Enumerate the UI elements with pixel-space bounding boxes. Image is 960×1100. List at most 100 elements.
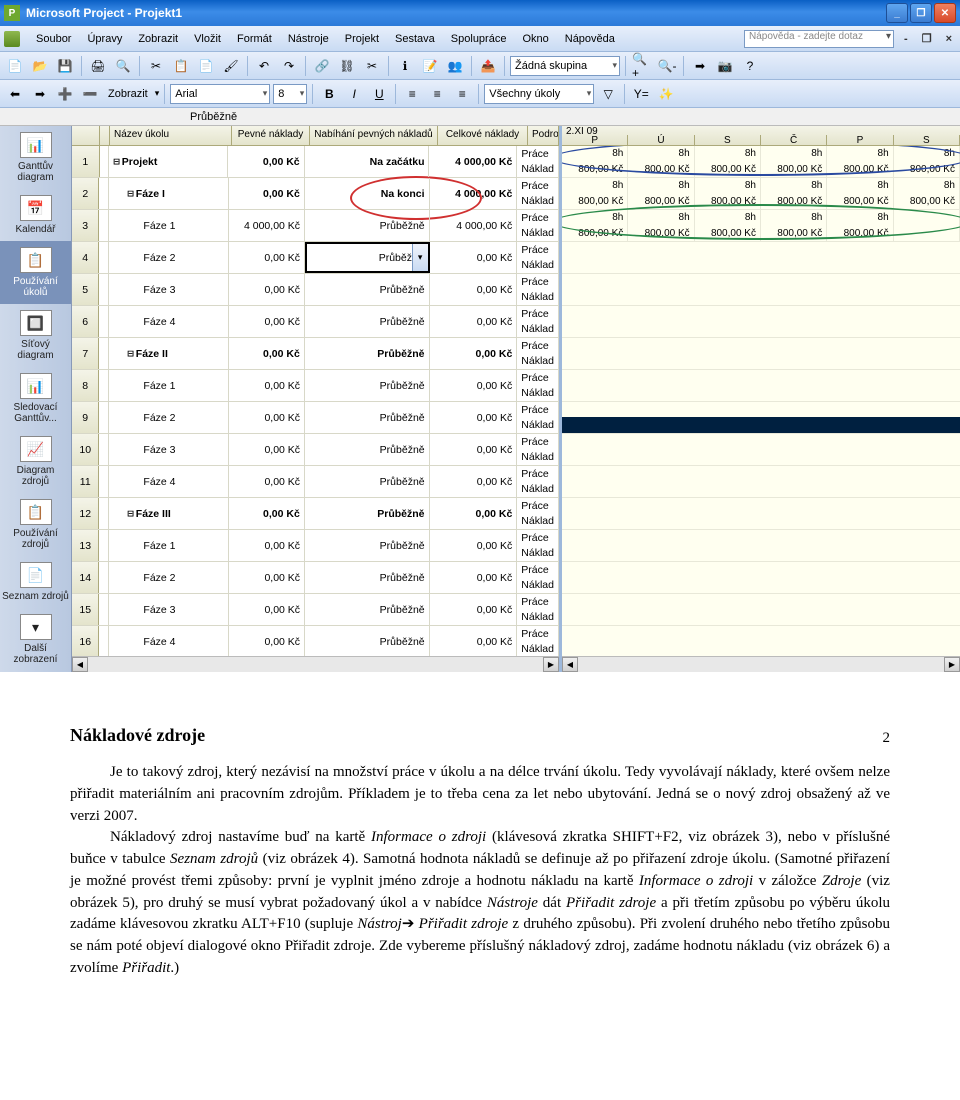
menu-formát[interactable]: Formát	[229, 30, 280, 48]
fixed-cost-cell[interactable]: 0,00 Kč	[229, 274, 305, 305]
cost-cell[interactable]: 800,00 Kč	[894, 194, 960, 210]
menu-zobrazit[interactable]: Zobrazit	[130, 30, 186, 48]
table-row[interactable]: 15Fáze 30,00 KčPrůběžně0,00 KčPráceNákla…	[72, 594, 559, 626]
scroll-left-button-r[interactable]: ◀	[562, 657, 578, 672]
task-name-cell[interactable]: Fáze 1	[109, 370, 229, 401]
doc-close-button[interactable]: ×	[942, 33, 956, 45]
underline-button[interactable]: U	[368, 83, 390, 105]
accrual-cell[interactable]: Na konci	[305, 178, 430, 209]
accrual-cell[interactable]: Průběžně	[305, 306, 430, 337]
hours-cell[interactable]: 8h	[827, 146, 893, 162]
indent-button[interactable]: ➡	[29, 83, 51, 105]
bold-button[interactable]: B	[318, 83, 340, 105]
undo-button[interactable]: ↶	[253, 55, 275, 77]
table-row[interactable]: 2⊟Fáze I0,00 KčNa konci4 000,00 KčPráceN…	[72, 178, 559, 210]
total-cost-cell[interactable]: 4 000,00 Kč	[430, 178, 518, 209]
row-id[interactable]: 12	[72, 498, 99, 529]
wizard-button[interactable]: ✨	[655, 83, 677, 105]
row-id[interactable]: 16	[72, 626, 99, 656]
formula-bar[interactable]: Průběžně	[0, 108, 960, 126]
viewbar-item[interactable]: 🔲Síťový diagram	[0, 304, 71, 367]
row-id[interactable]: 10	[72, 434, 99, 465]
accrual-cell[interactable]: Na začátku	[305, 146, 430, 177]
task-name-cell[interactable]: Fáze 1	[109, 530, 229, 561]
filter-dropdown[interactable]: Všechny úkoly	[484, 84, 594, 104]
total-cost-cell[interactable]: 0,00 Kč	[430, 498, 518, 529]
menu-vložit[interactable]: Vložit	[186, 30, 229, 48]
task-name-cell[interactable]: ⊟Fáze II	[109, 338, 228, 369]
cost-cell[interactable]: 800,00 Kč	[695, 226, 761, 242]
fixed-cost-cell[interactable]: 0,00 Kč	[229, 338, 305, 369]
hours-cell[interactable]: 8h	[695, 178, 761, 194]
italic-button[interactable]: I	[343, 83, 365, 105]
hours-cell[interactable]: 8h	[761, 146, 827, 162]
col-indicator[interactable]	[100, 126, 110, 145]
hours-cell[interactable]: 8h	[628, 210, 694, 226]
row-id[interactable]: 14	[72, 562, 99, 593]
col-fixed-cost[interactable]: Pevné náklady	[232, 126, 310, 145]
unlink-button[interactable]: ⛓	[336, 55, 358, 77]
table-row[interactable]: 12⊟Fáze III0,00 KčPrůběžně0,00 KčPráceNá…	[72, 498, 559, 530]
task-name-cell[interactable]: Fáze 3	[109, 434, 229, 465]
hours-cell[interactable]: 8h	[562, 178, 628, 194]
menu-projekt[interactable]: Projekt	[337, 30, 387, 48]
viewbar-item[interactable]: ▾Další zobrazení	[0, 608, 71, 671]
help-button[interactable]: ?	[739, 55, 761, 77]
cost-cell[interactable]: 800,00 Kč	[761, 194, 827, 210]
show-sub-button[interactable]: ➕	[54, 83, 76, 105]
table-row[interactable]: 6Fáze 40,00 KčPrůběžně0,00 KčPráceNáklad	[72, 306, 559, 338]
accrual-cell[interactable]: Průběžně	[305, 626, 430, 656]
cost-cell[interactable]: 800,00 Kč	[761, 226, 827, 242]
task-name-cell[interactable]: Fáze 2	[109, 402, 229, 433]
table-row[interactable]: 1⊟Projekt0,00 KčNa začátku4 000,00 KčPrá…	[72, 146, 559, 178]
row-id[interactable]: 1	[72, 146, 100, 177]
scrollbar-left[interactable]: ◀ ▶	[72, 656, 559, 672]
fixed-cost-cell[interactable]: 0,00 Kč	[229, 242, 305, 273]
row-id[interactable]: 15	[72, 594, 99, 625]
help-search-input[interactable]: Nápověda - zadejte dotaz	[744, 30, 894, 48]
align-center-button[interactable]: ≡	[426, 83, 448, 105]
fixed-cost-cell[interactable]: 0,00 Kč	[229, 402, 305, 433]
fixed-cost-cell[interactable]: 0,00 Kč	[229, 434, 305, 465]
task-name-cell[interactable]: Fáze 4	[109, 466, 229, 497]
cost-cell[interactable]: 800,00 Kč	[628, 194, 694, 210]
total-cost-cell[interactable]: 0,00 Kč	[430, 530, 518, 561]
viewbar-item[interactable]: 📊Sledovací Ganttův...	[0, 367, 71, 430]
row-id[interactable]: 13	[72, 530, 99, 561]
scrollbar-right[interactable]: ◀ ▶	[562, 656, 960, 672]
menu-nápověda[interactable]: Nápověda	[557, 30, 623, 48]
viewbar-item[interactable]: 📄Seznam zdrojů	[0, 556, 71, 608]
new-button[interactable]: 📄	[4, 55, 26, 77]
accrual-cell[interactable]: Průběžně	[305, 434, 430, 465]
group-dropdown[interactable]: Žádná skupina	[510, 56, 620, 76]
accrual-cell[interactable]: Průběžně	[305, 274, 430, 305]
viewbar-item[interactable]: 📅Kalendář	[0, 189, 71, 241]
outdent-button[interactable]: ⬅	[4, 83, 26, 105]
total-cost-cell[interactable]: 0,00 Kč	[430, 402, 518, 433]
goto-button[interactable]: ➡	[689, 55, 711, 77]
cost-cell[interactable]: 800,00 Kč	[695, 194, 761, 210]
hours-cell[interactable]: 8h	[894, 146, 960, 162]
split-button[interactable]: ✂	[361, 55, 383, 77]
col-accrual[interactable]: Nabíhání pevných nákladů	[310, 126, 438, 145]
table-row[interactable]: 10Fáze 30,00 KčPrůběžně0,00 KčPráceNákla…	[72, 434, 559, 466]
align-left-button[interactable]: ≡	[401, 83, 423, 105]
accrual-cell[interactable]: Průběžně	[305, 402, 430, 433]
dropdown-arrow-icon[interactable]: ▾	[412, 244, 428, 271]
fixed-cost-cell[interactable]: 4 000,00 Kč	[229, 210, 305, 241]
hours-cell[interactable]: 8h	[562, 210, 628, 226]
cost-cell[interactable]: 800,00 Kč	[827, 226, 893, 242]
row-id[interactable]: 5	[72, 274, 99, 305]
accrual-cell[interactable]: Průběžně	[305, 370, 430, 401]
table-row[interactable]: 5Fáze 30,00 KčPrůběžně0,00 KčPráceNáklad	[72, 274, 559, 306]
cost-cell[interactable]: 800,00 Kč	[562, 226, 628, 242]
hours-cell[interactable]: 8h	[562, 146, 628, 162]
fixed-cost-cell[interactable]: 0,00 Kč	[229, 498, 305, 529]
total-cost-cell[interactable]: 0,00 Kč	[430, 338, 518, 369]
accrual-cell[interactable]: Průběžně	[305, 210, 430, 241]
font-dropdown[interactable]: Arial	[170, 84, 270, 104]
size-dropdown[interactable]: 8	[273, 84, 307, 104]
hours-cell[interactable]: 8h	[695, 210, 761, 226]
open-button[interactable]: 📂	[29, 55, 51, 77]
table-row[interactable]: 3Fáze 14 000,00 KčPrůběžně4 000,00 KčPrá…	[72, 210, 559, 242]
